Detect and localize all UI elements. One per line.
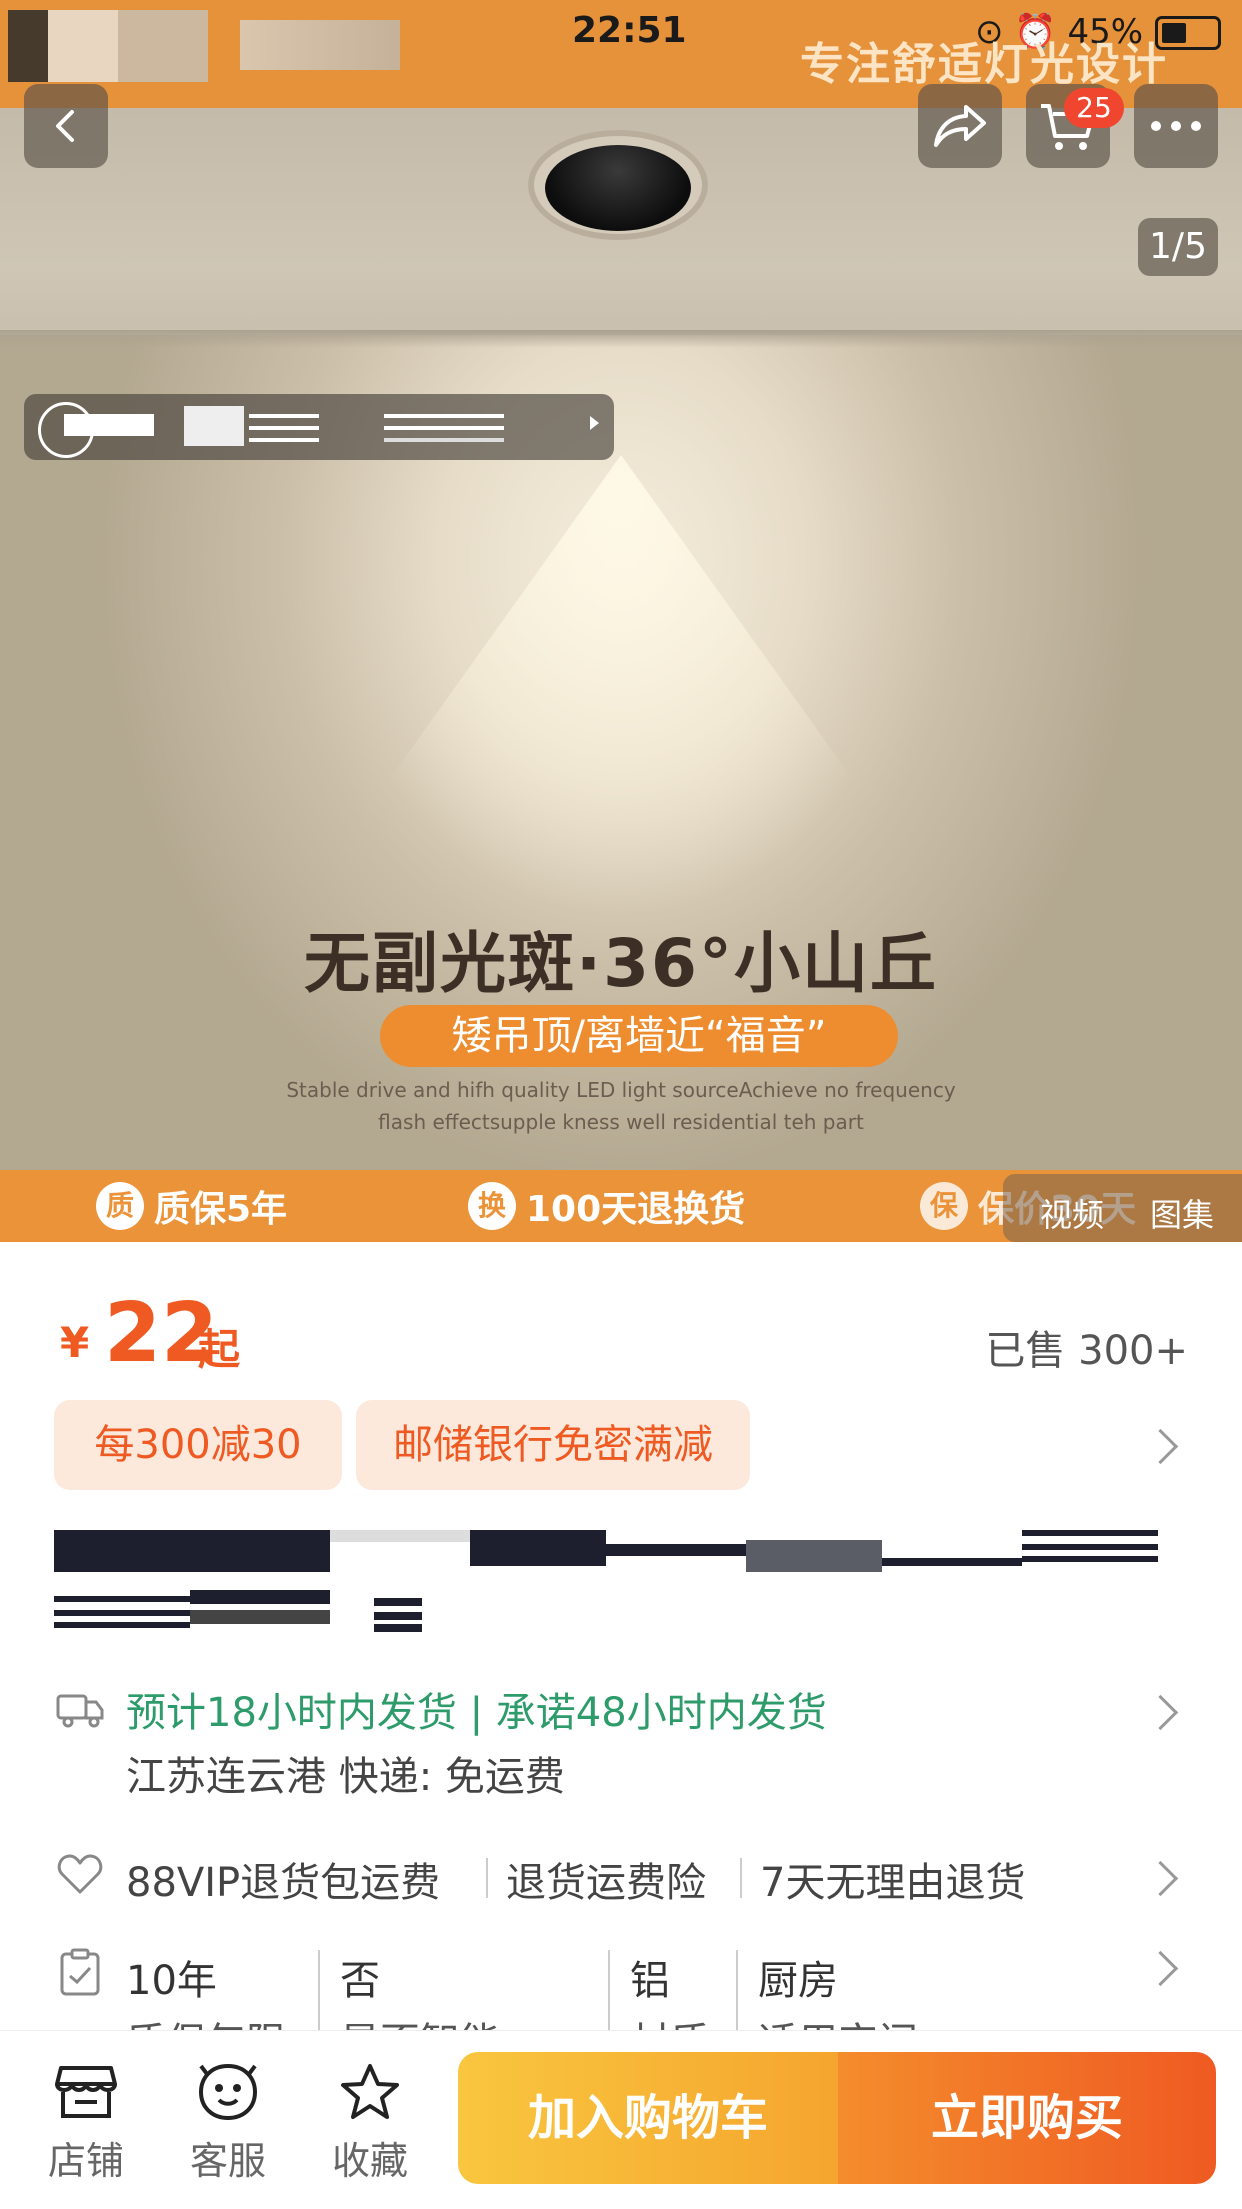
divider — [740, 1858, 742, 1898]
redacted-title — [606, 1544, 746, 1556]
coupon-bank[interactable]: 邮储银行免密满减 — [356, 1400, 750, 1490]
ceiling-shadow — [0, 330, 1242, 348]
redacted-title — [374, 1598, 422, 1606]
redacted-title — [1022, 1530, 1158, 1536]
customer-service-button[interactable] — [178, 2062, 278, 2126]
price-seal-icon: 保 — [920, 1182, 968, 1230]
banner-slogan: 专注舒适灯光设计 — [800, 39, 1168, 90]
favorite-button[interactable] — [320, 2062, 420, 2126]
redacted-title — [190, 1590, 330, 1604]
status-time: 22:51 — [572, 10, 687, 51]
buy-now-button[interactable]: 立即购买 — [838, 2052, 1216, 2184]
warranty-text: 质保5年 — [154, 1189, 288, 1230]
redacted-title — [54, 1596, 190, 1602]
chevron-left-icon — [56, 110, 74, 142]
cart-count-badge: 25 — [1064, 88, 1124, 128]
divider — [486, 1858, 488, 1898]
redacted-text-2 — [184, 406, 244, 446]
spec-value: 铝 — [630, 1958, 670, 2004]
redacted-title — [746, 1540, 882, 1572]
shop-button[interactable] — [36, 2062, 136, 2126]
chevron-right-icon[interactable] — [1142, 1950, 1179, 1987]
favorite-label[interactable]: 收藏 — [320, 2130, 420, 2185]
share-icon — [934, 105, 986, 147]
redacted-title — [330, 1530, 470, 1542]
service-88vip: 88VIP退货包运费 — [126, 1860, 441, 1906]
product-subline: 矮吊顶/离墙近“福音” — [380, 1005, 898, 1067]
fine-print-2: flash effectsupple kness well residentia… — [378, 1110, 864, 1134]
sold-count: 已售 300+ — [985, 1328, 1188, 1374]
heart-icon — [57, 1854, 103, 1894]
redacted-carrier — [8, 10, 208, 82]
chat-face-icon — [198, 2063, 258, 2121]
caret-right-icon — [590, 416, 599, 430]
warranty-seal-icon: 质 — [96, 1182, 144, 1230]
shop-label[interactable]: 店铺 — [36, 2130, 136, 2185]
service-return: 7天无理由退货 — [760, 1860, 1026, 1906]
more-button[interactable] — [1134, 84, 1218, 168]
clipboard-icon — [60, 1948, 100, 1996]
product-image-carousel[interactable]: 无副光斑·36°小山丘 矮吊顶/离墙近“福音” Stable drive and… — [0, 0, 1242, 1242]
coupon-discount[interactable]: 每300减30 — [54, 1400, 342, 1490]
redacted-text-4 — [384, 414, 504, 418]
price-currency: ¥ — [60, 1318, 90, 1367]
shipping-eta: 预计18小时内发货 | 承诺48小时内发货 — [126, 1690, 827, 1736]
back-button[interactable] — [24, 84, 108, 168]
share-button[interactable] — [918, 84, 1002, 168]
divider — [318, 1950, 320, 2030]
chevron-right-icon[interactable] — [1142, 1860, 1179, 1897]
service-insurance: 退货运费险 — [506, 1860, 706, 1906]
divider — [608, 1950, 610, 2030]
fine-print-1: Stable drive and hifh quality LED light … — [286, 1078, 956, 1102]
guarantee-warranty: 质质保5年 — [96, 1180, 287, 1232]
exchange-seal-icon: 换 — [468, 1182, 516, 1230]
spec-value: 厨房 — [758, 1958, 838, 2004]
redacted-title — [54, 1530, 330, 1572]
spec-value: 10年 — [126, 1958, 217, 2004]
more-icon — [1151, 121, 1201, 131]
customer-service-label[interactable]: 客服 — [178, 2130, 278, 2185]
chevron-right-icon[interactable] — [1142, 1694, 1179, 1731]
chevron-right-icon[interactable] — [1142, 1428, 1179, 1465]
redacted-title — [882, 1558, 1022, 1566]
price-suffix: 起 — [198, 1325, 241, 1374]
redacted-title — [470, 1530, 606, 1566]
live-notice-bar[interactable] — [24, 394, 614, 460]
shop-icon — [55, 2066, 117, 2118]
shipping-origin: 江苏连云港 快递: 免运费 — [126, 1754, 565, 1800]
guarantee-exchange: 换 100天退换货 — [468, 1180, 745, 1232]
tab-gallery[interactable]: 图集 — [1150, 1190, 1214, 1236]
redacted-network — [240, 20, 400, 70]
divider — [736, 1950, 738, 2030]
image-page-indicator: 1/5 — [1138, 218, 1218, 276]
truck-icon — [56, 1694, 104, 1728]
redacted-text-3 — [249, 414, 319, 418]
tab-video[interactable]: 视频 — [1040, 1190, 1104, 1236]
spec-value: 否 — [340, 1958, 380, 2004]
star-icon — [341, 2064, 399, 2119]
redacted-text-1 — [64, 414, 154, 436]
product-headline: 无副光斑·36°小山丘 — [304, 925, 938, 1002]
exchange-text: 100天退换货 — [526, 1189, 746, 1230]
downlight-lens — [545, 145, 691, 231]
add-to-cart-button[interactable]: 加入购物车 — [458, 2052, 838, 2184]
